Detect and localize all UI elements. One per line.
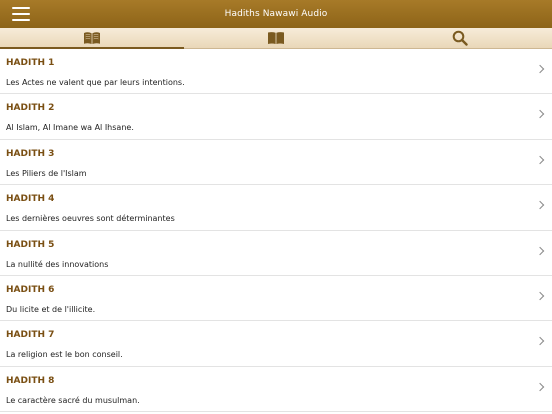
tab-hadith-list[interactable] — [0, 28, 184, 49]
hadith-title: HADITH 6 — [6, 284, 55, 295]
chevron-right-icon — [535, 155, 545, 165]
tab-search[interactable] — [368, 28, 552, 48]
chevron-right-icon — [535, 291, 545, 301]
hadith-title: HADITH 5 — [6, 239, 55, 250]
page-title: Hadiths Nawawi Audio — [224, 9, 328, 19]
navigation-bar: Hadiths Nawawi Audio — [0, 0, 552, 28]
list-item[interactable]: HADITH 6 Du licite et de l'illicite. — [0, 275, 552, 322]
hadith-subtitle: Les Actes ne valent que par leurs intent… — [6, 78, 185, 87]
chevron-right-icon — [535, 337, 545, 346]
chevron-right-icon — [535, 200, 545, 210]
hadith-title: HADITH 7 — [6, 330, 55, 341]
hadith-subtitle: La religion est le bon conseil. — [6, 350, 123, 360]
tab-book[interactable] — [184, 28, 368, 48]
hadith-subtitle: Du licite et de l'illicite. — [6, 304, 96, 314]
chevron-right-icon — [535, 64, 545, 74]
hadith-title: HADITH 1 — [6, 58, 55, 68]
hadith-subtitle: Al Islam, Al Imane wa Al Ihsane. — [6, 123, 134, 133]
hadith-subtitle: Le caractère sacré du musulman. — [6, 395, 140, 405]
chevron-right-icon — [535, 110, 545, 119]
chevron-right-icon — [535, 246, 545, 255]
hadith-title: HADITH 2 — [6, 103, 55, 114]
list-item[interactable]: HADITH 1 Les Actes ne valent que par leu… — [0, 49, 552, 95]
book-icon — [268, 32, 284, 44]
search-icon — [452, 30, 468, 46]
list-item[interactable]: HADITH 8 Le caractère sacré du musulman. — [0, 366, 552, 413]
hadith-list: HADITH 1 Les Actes ne valent que par leu… — [0, 49, 552, 414]
hadith-subtitle: La nullité des innovations — [6, 259, 109, 269]
chevron-right-icon — [535, 382, 545, 391]
hadith-title: HADITH 4 — [6, 194, 55, 205]
list-item[interactable]: HADITH 3 Les Piliers de l'Islam — [0, 139, 552, 186]
hadith-subtitle: Les Piliers de l'Islam — [6, 168, 87, 178]
hadith-subtitle: Les dernières oeuvres sont déterminantes — [6, 214, 175, 224]
list-item[interactable]: HADITH 4 Les dernières oeuvres sont déte… — [0, 185, 552, 231]
hamburger-menu-icon[interactable] — [12, 7, 30, 21]
hadith-title: HADITH 8 — [6, 375, 55, 386]
list-item[interactable]: HADITH 5 La nullité des innovations — [0, 230, 552, 276]
open-book-icon — [84, 32, 100, 44]
hadith-title: HADITH 3 — [6, 148, 55, 159]
tab-bar — [0, 28, 552, 49]
list-item[interactable]: HADITH 2 Al Islam, Al Imane wa Al Ihsane… — [0, 94, 552, 140]
list-item[interactable]: HADITH 7 La religion est le bon conseil. — [0, 321, 552, 367]
